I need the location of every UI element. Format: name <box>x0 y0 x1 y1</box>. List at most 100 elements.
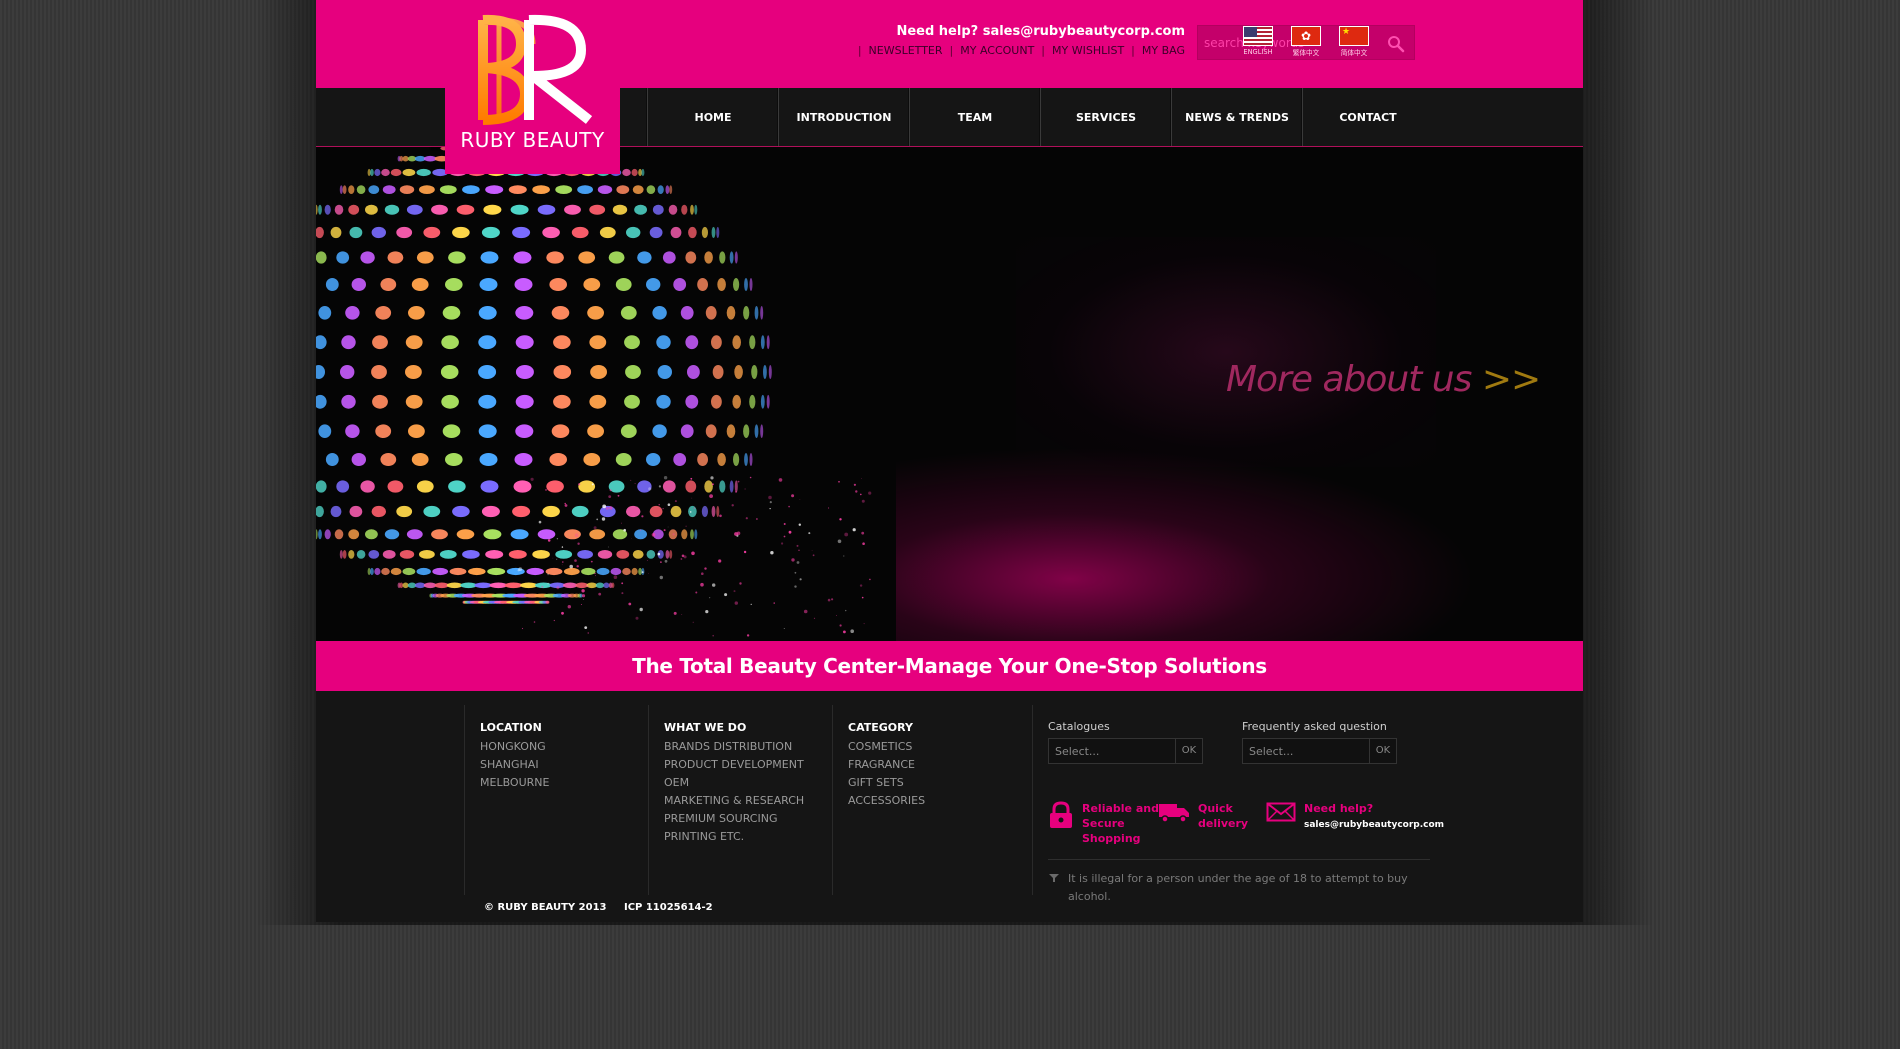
footer-link[interactable]: FRAGRANCE <box>848 756 1016 774</box>
language-english[interactable]: ENGLISH <box>1242 26 1274 60</box>
disco-dot <box>743 306 749 320</box>
disco-dot <box>650 506 663 517</box>
footer-link[interactable]: MELBOURNE <box>480 774 648 792</box>
sparkle <box>770 508 771 509</box>
sparkle <box>562 564 563 565</box>
my-account-link[interactable]: MY ACCOUNT <box>960 44 1034 57</box>
footer: LOCATION HONGKONG SHANGHAI MELBOURNE WHA… <box>316 691 1583 922</box>
hk-flag-icon <box>1291 26 1321 46</box>
nav-services[interactable]: SERVICES <box>1040 88 1171 146</box>
disco-dot <box>480 278 498 291</box>
footer-link[interactable]: PRINTING ETC. <box>664 828 832 846</box>
disco-dot <box>478 335 496 349</box>
sparkle <box>635 483 636 484</box>
disco-dot <box>598 185 612 194</box>
disco-dot <box>345 424 359 438</box>
footer-link[interactable]: HONGKONG <box>480 738 648 756</box>
disco-dot <box>727 306 736 320</box>
disco-dot <box>597 568 610 575</box>
sparkle <box>618 495 620 497</box>
nav-introduction[interactable]: INTRODUCTION <box>778 88 909 146</box>
disco-dot <box>431 205 448 215</box>
disco-dot <box>370 568 374 575</box>
my-bag-link[interactable]: MY BAG <box>1142 44 1185 57</box>
catalogues-select[interactable]: Select... OK <box>1048 738 1203 764</box>
sparkle <box>621 592 623 594</box>
catalogues-ok-button[interactable]: OK <box>1175 739 1202 763</box>
footer-link[interactable]: OEM <box>664 774 832 792</box>
disco-dot <box>732 395 741 409</box>
disco-dot <box>482 227 500 238</box>
disco-dot <box>445 278 463 291</box>
disco-dot <box>335 205 344 215</box>
disco-dot <box>760 306 763 320</box>
disco-dot <box>761 335 765 349</box>
disco-dot <box>634 205 647 215</box>
sparkle <box>734 590 736 592</box>
disco-dot <box>681 205 687 215</box>
help-email-link[interactable]: sales@rubybeautycorp.com <box>983 24 1185 39</box>
disco-dot <box>316 529 318 539</box>
disco-dot <box>616 185 629 194</box>
disco-dot <box>408 306 425 320</box>
sparkle <box>659 485 661 487</box>
disco-dot <box>688 506 697 517</box>
newsletter-link[interactable]: NEWSLETTER <box>869 44 943 57</box>
cn-flag-icon <box>1339 26 1369 46</box>
help-email-footer-link[interactable]: sales@rubybeautycorp.com <box>1304 818 1444 833</box>
sparkle <box>862 542 865 545</box>
my-wishlist-link[interactable]: MY WISHLIST <box>1052 44 1124 57</box>
disco-dot <box>694 205 697 215</box>
language-traditional-chinese[interactable]: 繁体中文 <box>1290 26 1322 60</box>
sparkle <box>735 491 737 493</box>
disco-dot <box>583 453 600 466</box>
footer-link[interactable]: COSMETICS <box>848 738 1016 756</box>
footer-link[interactable]: PREMIUM SOURCING <box>664 810 832 828</box>
sparkle <box>864 623 865 624</box>
footer-link[interactable]: GIFT SETS <box>848 774 1016 792</box>
disco-dot <box>626 506 640 517</box>
disco-dot <box>750 278 753 291</box>
faq-select[interactable]: Select... OK <box>1242 738 1397 764</box>
disco-dot <box>348 550 354 559</box>
disco-dot <box>681 424 694 438</box>
footer-link[interactable]: SHANGHAI <box>480 756 648 774</box>
nav-contact[interactable]: CONTACT <box>1302 88 1433 146</box>
footer-col-title: CATEGORY <box>848 721 1016 734</box>
nav-team[interactable]: TEAM <box>909 88 1040 146</box>
disco-dot <box>485 550 503 559</box>
nav-news-trends[interactable]: NEWS & TRENDS <box>1171 88 1302 146</box>
nav-home[interactable]: HOME <box>647 88 778 146</box>
disco-dot <box>647 185 656 194</box>
disco-dot <box>767 335 770 349</box>
disco-dot <box>526 568 544 575</box>
more-about-us-link[interactable]: More about us >> <box>1226 359 1540 400</box>
sparkle <box>840 624 842 626</box>
sparkle <box>862 597 864 599</box>
sparkle <box>738 481 740 483</box>
sparkle <box>724 593 727 596</box>
disco-dot <box>478 395 496 409</box>
sparkle <box>581 571 582 572</box>
disco-dot <box>365 205 378 215</box>
faq-ok-button[interactable]: OK <box>1369 739 1396 763</box>
disco-dot <box>755 424 759 438</box>
footer-link[interactable]: BRANDS DISTRIBUTION <box>664 738 832 756</box>
disco-dot <box>549 278 567 291</box>
disco-dot <box>478 365 496 379</box>
sparkle <box>674 612 677 615</box>
footer-col-title: LOCATION <box>480 721 648 734</box>
disco-dot <box>656 395 670 409</box>
footer-link[interactable]: ACCESSORIES <box>848 792 1016 810</box>
logo[interactable]: RUBY BEAUTY <box>445 0 620 174</box>
language-simplified-chinese[interactable]: 简体中文 <box>1338 26 1370 60</box>
sparkle <box>562 546 563 547</box>
search-icon[interactable] <box>1387 35 1405 53</box>
disco-dot <box>515 278 533 291</box>
disco-dot <box>383 550 396 559</box>
disco-dot <box>481 251 499 263</box>
disco-dot <box>706 424 717 438</box>
footer-link[interactable]: MARKETING & RESEARCH <box>664 792 832 810</box>
sparkle <box>709 597 710 598</box>
footer-link[interactable]: PRODUCT DEVELOPMENT <box>664 756 832 774</box>
